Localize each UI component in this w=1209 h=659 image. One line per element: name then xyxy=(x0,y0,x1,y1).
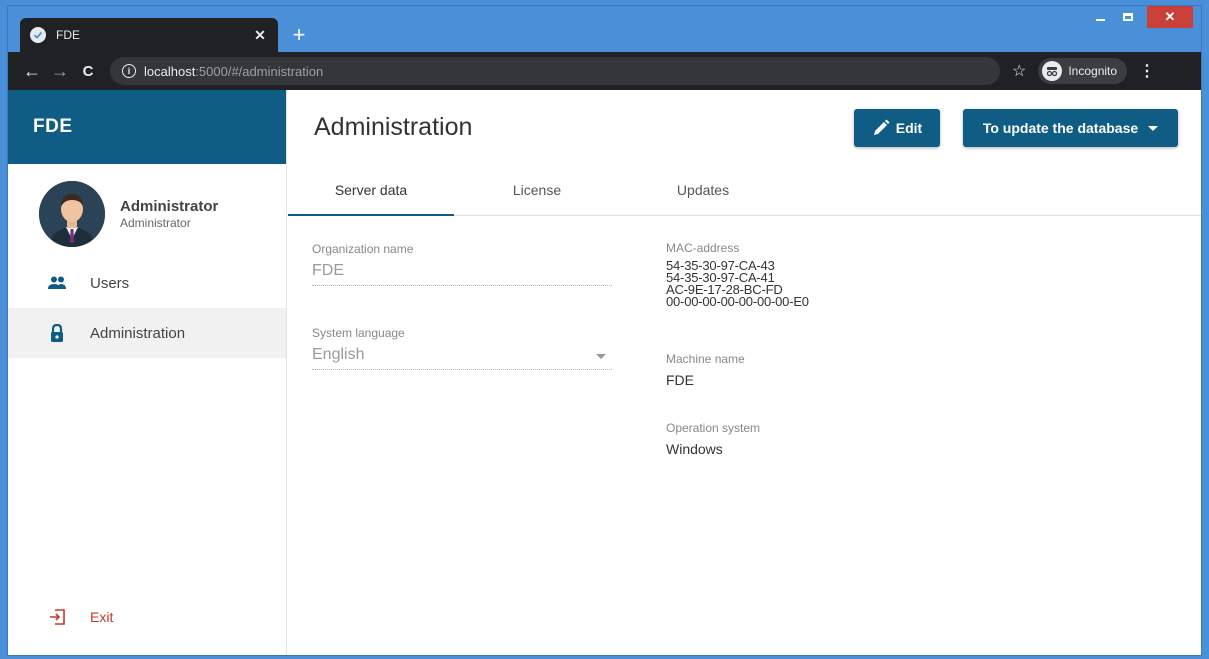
minimize-window-button[interactable] xyxy=(1087,6,1113,28)
close-window-button[interactable]: ✕ xyxy=(1147,6,1193,28)
close-tab-icon[interactable]: ✕ xyxy=(252,27,268,44)
url-path: :5000/#/administration xyxy=(195,63,324,79)
exit-label: Exit xyxy=(90,609,114,625)
edit-button-label: Edit xyxy=(895,120,923,136)
tab-server-data[interactable]: Server data xyxy=(288,164,454,216)
tab-strip: FDE ✕ + ✕ xyxy=(8,6,1201,52)
operation-system-value: Windows xyxy=(666,441,723,457)
address-bar[interactable]: i localhost :5000/#/administration xyxy=(110,57,1000,85)
edit-button[interactable]: Edit xyxy=(854,109,940,147)
org-name-underline xyxy=(312,285,612,286)
star-icon[interactable]: ☆ xyxy=(1012,61,1026,81)
user-profile: Administrator Administrator xyxy=(8,164,286,252)
sidebar: FDE Administrator Administrator Users Ad… xyxy=(8,90,287,655)
page-header: Administration Edit To update the databa… xyxy=(288,90,1201,164)
kebab-menu-icon[interactable]: ⋮ xyxy=(1139,61,1155,81)
mac-address-list: 54-35-30-97-CA-43 54-35-30-97-CA-41 AC-9… xyxy=(666,259,809,309)
system-language-label: System language xyxy=(312,326,405,340)
incognito-indicator[interactable]: Incognito xyxy=(1038,58,1128,84)
profile-role: Administrator xyxy=(120,216,191,230)
sidebar-item-label: Administration xyxy=(90,324,186,342)
url-host: localhost xyxy=(144,63,196,79)
avatar xyxy=(39,181,105,247)
system-language-underline xyxy=(312,369,612,370)
browser-tab[interactable]: FDE ✕ xyxy=(20,18,278,52)
mac-address-label: MAC-address xyxy=(666,241,740,255)
chevron-down-icon xyxy=(1148,125,1159,131)
sidebar-item-users[interactable]: Users xyxy=(8,258,286,308)
arrow-left-icon[interactable]: ← xyxy=(18,61,46,82)
org-name-label: Organization name xyxy=(312,242,414,256)
update-database-button[interactable]: To update the database xyxy=(963,109,1178,147)
exit-icon xyxy=(46,606,68,628)
tab-bar: Server data License Updates xyxy=(288,164,1201,216)
machine-name-label: Machine name xyxy=(666,352,745,366)
pencil-icon xyxy=(873,119,890,135)
system-language-select[interactable]: English xyxy=(312,346,364,364)
reload-icon[interactable]: C xyxy=(74,63,102,80)
brand-header: FDE xyxy=(8,90,286,164)
app-root: FDE Administrator Administrator Users Ad… xyxy=(8,90,1201,655)
update-database-label: To update the database xyxy=(982,120,1139,136)
tab-license[interactable]: License xyxy=(454,164,620,215)
browser-window: FDE ✕ + ✕ ← → C i localhost :5000/#/admi… xyxy=(7,5,1202,656)
maximize-window-button[interactable] xyxy=(1115,6,1141,28)
new-tab-icon[interactable]: + xyxy=(288,24,310,46)
chevron-down-icon[interactable] xyxy=(596,354,606,359)
tab-updates[interactable]: Updates xyxy=(620,164,786,215)
brand-title: FDE xyxy=(33,116,73,137)
sidebar-item-administration[interactable]: Administration xyxy=(8,308,286,358)
main-content: Administration Edit To update the databa… xyxy=(288,90,1201,655)
sidebar-item-label: Users xyxy=(90,274,130,292)
org-name-input[interactable]: FDE xyxy=(312,262,344,280)
page-title: Administration xyxy=(314,112,473,141)
mac-address-value: 00-00-00-00-00-00-00-E0 xyxy=(666,294,809,309)
tab-title: FDE xyxy=(56,28,80,42)
lock-icon xyxy=(46,322,68,344)
arrow-right-icon[interactable]: → xyxy=(46,61,74,82)
check-circle-icon xyxy=(30,27,46,43)
incognito-icon xyxy=(1042,61,1063,81)
users-icon xyxy=(46,272,68,294)
exit-button[interactable]: Exit xyxy=(8,599,113,635)
incognito-label: Incognito xyxy=(1068,64,1118,78)
profile-name: Administrator xyxy=(120,198,219,215)
machine-name-value: FDE xyxy=(666,372,694,388)
operation-system-label: Operation system xyxy=(666,421,761,435)
browser-toolbar: ← → C i localhost :5000/#/administration… xyxy=(8,52,1201,90)
info-icon[interactable]: i xyxy=(122,64,136,78)
